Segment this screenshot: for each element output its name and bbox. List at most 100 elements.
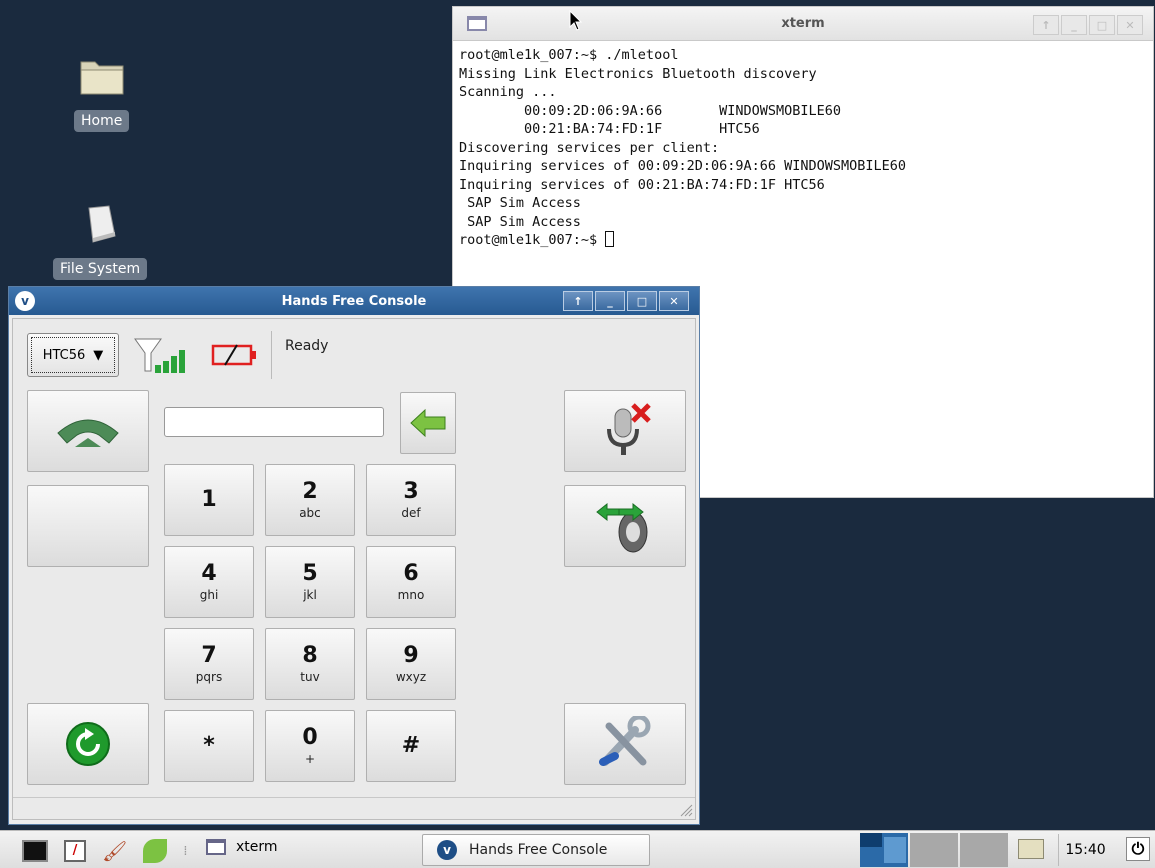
terminal-line: Missing Link Electronics Bluetooth disco… <box>459 65 817 82</box>
terminal-line: SAP Sim Access <box>459 213 581 230</box>
maximize-button[interactable]: □ <box>1089 15 1115 35</box>
desktop-icon-file-system[interactable]: File System <box>53 200 148 280</box>
key-number: 6 <box>403 561 419 586</box>
status-text: Ready <box>285 338 329 354</box>
clock[interactable]: 15:40 <box>1058 834 1112 866</box>
key-number: 2 <box>302 479 318 504</box>
device-select[interactable]: HTC56 ▼ <box>27 333 119 377</box>
key-number: 5 <box>302 561 318 586</box>
settings-button[interactable] <box>564 703 686 785</box>
hfc-titlebar[interactable]: v Hands Free Console ↑ _ □ ✕ <box>9 287 699 315</box>
key-2[interactable]: 2 abc <box>265 464 355 536</box>
folder-icon <box>78 52 126 100</box>
battery-empty-icon <box>211 343 259 371</box>
key-letters: tuv <box>300 670 320 684</box>
mute-microphone-button[interactable] <box>564 390 686 472</box>
task-label: xterm <box>236 839 278 855</box>
minimize-button[interactable]: _ <box>595 291 625 311</box>
key-number: 4 <box>201 561 217 586</box>
terminal-prompt: root@mle1k_007:~$ <box>459 232 606 248</box>
terminal-line: Inquiring services of 00:09:2D:06:9A:66 … <box>459 158 907 174</box>
key-letters: ghi <box>199 588 219 602</box>
device-select-value: HTC56 <box>42 347 86 363</box>
key-3[interactable]: 3 def <box>366 464 456 536</box>
power-icon[interactable]: ⏻ <box>1126 837 1150 861</box>
terminal-line: 00:09:2D:06:9A:66 WINDOWSMOBILE60 <box>459 102 842 119</box>
key-number: 7 <box>201 643 217 668</box>
raise-button[interactable]: ↑ <box>563 291 593 311</box>
backspace-button[interactable] <box>400 392 456 454</box>
transfer-audio-button[interactable] <box>564 485 686 567</box>
key-number: 9 <box>403 643 419 668</box>
terminal-line: Inquiring services of 00:21:BA:74:FD:1F … <box>459 176 825 193</box>
call-button[interactable] <box>27 390 149 472</box>
speaker-transfer-icon <box>596 502 648 553</box>
key-letters: def <box>401 506 421 520</box>
terminal-line: Scanning ... <box>459 84 557 100</box>
raise-button[interactable]: ↑ <box>1033 15 1059 35</box>
folder-icon[interactable] <box>1018 839 1044 859</box>
microphone-muted-icon <box>607 403 651 455</box>
key-number: 1 <box>201 487 217 512</box>
tools-icon <box>599 716 651 766</box>
key-star[interactable]: * <box>164 710 254 782</box>
taskbar: / 🖌 ⁞ xterm v Hands Free Console 15:40 ⏻ <box>0 830 1155 868</box>
key-8[interactable]: 8 tuv <box>265 628 355 700</box>
key-9[interactable]: 9 wxyz <box>366 628 456 700</box>
task-label: Hands Free Console <box>469 842 608 858</box>
key-letters: wxyz <box>395 670 427 684</box>
console-body: HTC56 ▼ Ready 1 2 abc 3 def 4 ghi 5 jkl … <box>12 318 696 820</box>
key-number: 8 <box>302 643 318 668</box>
workspace-2[interactable] <box>910 833 958 867</box>
status-bar <box>13 797 695 819</box>
key-1[interactable]: 1 <box>164 464 254 536</box>
desktop-icon-home[interactable]: Home <box>74 52 130 132</box>
terminal-output[interactable]: root@mle1k_007:~$ ./mletool Missing Link… <box>453 41 1153 250</box>
workspace-1[interactable] <box>860 833 908 867</box>
blank-button[interactable] <box>27 485 149 567</box>
terminal-line: root@mle1k_007:~$ ./mletool <box>459 47 679 63</box>
app-icon: v <box>437 840 457 860</box>
text-editor-launcher-icon[interactable]: / <box>64 840 86 862</box>
refresh-icon <box>66 722 110 766</box>
key-letters: jkl <box>303 588 317 602</box>
hands-free-console-window[interactable]: v Hands Free Console ↑ _ □ ✕ HTC56 ▼ Rea… <box>8 286 700 825</box>
leaf-launcher-icon[interactable] <box>143 839 168 863</box>
close-button[interactable]: ✕ <box>1117 15 1143 35</box>
key-hash[interactable]: # <box>366 710 456 782</box>
maximize-button[interactable]: □ <box>627 291 657 311</box>
task-hands-free-console[interactable]: v Hands Free Console <box>422 834 650 866</box>
key-number: 0 <box>302 725 318 750</box>
terminal-line: Discovering services per client: <box>459 139 720 156</box>
dial-number-input[interactable] <box>164 407 384 437</box>
key-letters: + <box>304 752 316 766</box>
terminal-line: SAP Sim Access <box>459 195 581 211</box>
key-6[interactable]: 6 mno <box>366 546 456 618</box>
workspace-pager <box>860 833 1008 867</box>
key-0[interactable]: 0 + <box>265 710 355 782</box>
arrow-left-icon <box>410 408 446 438</box>
key-7[interactable]: 7 pqrs <box>164 628 254 700</box>
paint-launcher-icon[interactable]: 🖌 <box>102 839 127 863</box>
key-letters: pqrs <box>195 670 223 684</box>
taskbar-separator: ⁞ <box>183 843 188 859</box>
key-4[interactable]: 4 ghi <box>164 546 254 618</box>
mouse-pointer-icon <box>569 10 583 31</box>
minimize-button[interactable]: _ <box>1061 15 1087 35</box>
key-5[interactable]: 5 jkl <box>265 546 355 618</box>
phone-handset-icon <box>57 419 119 447</box>
terminal-line: 00:21:BA:74:FD:1F HTC56 <box>459 121 760 137</box>
key-number: 3 <box>403 479 419 504</box>
workspace-3[interactable] <box>960 833 1008 867</box>
key-letters: mno <box>397 588 425 602</box>
refresh-button[interactable] <box>27 703 149 785</box>
divider <box>271 331 272 379</box>
desktop-icon-label: File System <box>53 258 148 280</box>
xterm-titlebar[interactable]: xterm ↑ _ □ ✕ <box>453 7 1153 41</box>
desktop-icon-label: Home <box>74 110 130 132</box>
terminal-launcher-icon[interactable] <box>22 840 48 862</box>
close-button[interactable]: ✕ <box>659 291 689 311</box>
task-xterm[interactable]: xterm <box>206 839 278 855</box>
resize-grip[interactable] <box>677 801 693 817</box>
drive-icon <box>76 200 124 248</box>
